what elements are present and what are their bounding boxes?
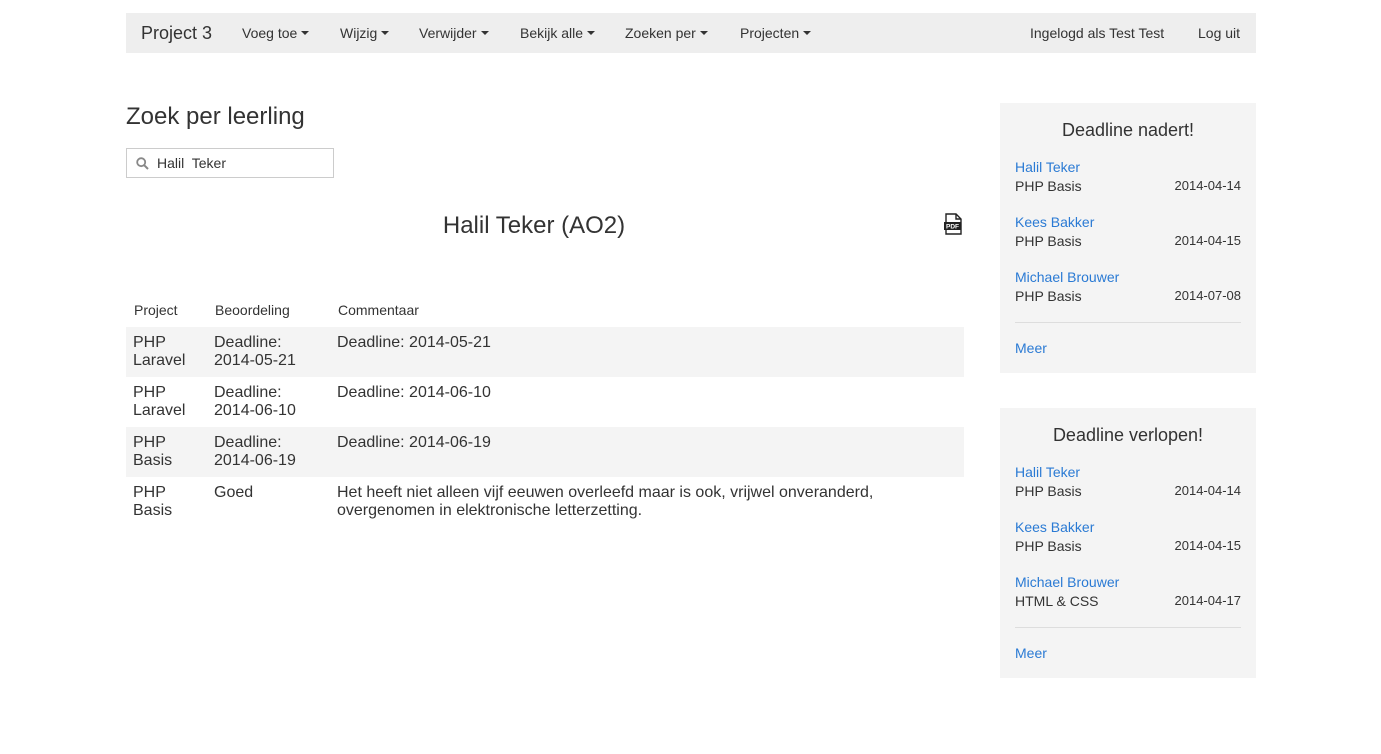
entry-date: 2014-04-17 <box>1174 593 1242 608</box>
entry-date: 2014-07-08 <box>1174 288 1242 303</box>
menu-label: Wijzig <box>340 25 378 41</box>
entry-date: 2014-04-15 <box>1174 538 1242 553</box>
table-row: PHP Laravel Deadline: 2014-06-10 Deadlin… <box>126 377 964 427</box>
menu-voeg-toe[interactable]: Voeg toe <box>242 13 310 53</box>
student-link[interactable]: Kees Bakker <box>1015 213 1241 231</box>
svg-text:PDF: PDF <box>946 224 959 231</box>
menu-label: Bekijk alle <box>520 25 584 41</box>
entry-course: PHP Basis <box>1015 288 1082 304</box>
cell-project: PHP Laravel <box>133 384 186 419</box>
panel-title: Deadline nadert! <box>1061 120 1195 140</box>
menu-projecten[interactable]: Projecten <box>740 13 812 53</box>
table-row: PHP Basis Goed Het heeft niet alleen vij… <box>126 477 964 527</box>
top-navbar: Project 3 Voeg toe Wijzig Verwijder Beki… <box>126 13 1256 53</box>
cell-beoordeling: Deadline: 2014-05-21 <box>207 327 330 377</box>
cell-project: PHP Basis <box>126 427 207 477</box>
menu-bekijk-alle[interactable]: Bekijk alle <box>520 13 596 53</box>
cell-project: PHP Laravel <box>126 327 207 377</box>
deadline-expired-panel: Deadline verlopen! Halil Teker PHP Basis… <box>1000 408 1256 678</box>
entry-course: HTML & CSS <box>1015 593 1099 609</box>
student-heading: Halil Teker (AO2) <box>442 212 626 239</box>
cell-beoordeling: Goed <box>214 484 254 501</box>
deadline-entry: Kees Bakker PHP Basis 2014-04-15 <box>1015 518 1241 556</box>
more-link[interactable]: Meer <box>1015 645 1047 661</box>
caret-down-icon <box>803 31 812 36</box>
entry-course: PHP Basis <box>1015 483 1082 499</box>
entry-course: PHP Basis <box>1015 178 1082 194</box>
menu-label: Voeg toe <box>242 25 298 41</box>
cell-beoordeling: Deadline: 2014-06-10 <box>214 384 296 419</box>
deadline-entry: Halil Teker PHP Basis 2014-04-14 <box>1015 463 1241 501</box>
caret-down-icon <box>587 31 596 36</box>
cell-commentaar: Het heeft niet alleen vijf eeuwen overle… <box>337 484 874 519</box>
student-link[interactable]: Michael Brouwer <box>1015 573 1241 591</box>
column-header-commentaar: Commentaar <box>338 302 419 318</box>
brand-link[interactable]: Project 3 <box>141 13 212 53</box>
student-link[interactable]: Michael Brouwer <box>1015 268 1241 286</box>
entry-date: 2014-04-15 <box>1174 233 1242 248</box>
caret-down-icon <box>699 31 708 36</box>
cell-beoordeling: Deadline: 2014-06-19 <box>207 427 330 477</box>
entry-course: PHP Basis <box>1015 538 1082 554</box>
deadline-entry: Halil Teker PHP Basis 2014-04-14 <box>1015 158 1241 196</box>
entry-date: 2014-04-14 <box>1174 178 1242 193</box>
menu-wijzig[interactable]: Wijzig <box>340 13 390 53</box>
caret-down-icon <box>301 31 310 36</box>
menu-label: Verwijder <box>419 25 477 41</box>
more-link[interactable]: Meer <box>1015 340 1047 356</box>
divider <box>1015 627 1241 628</box>
divider <box>1015 322 1241 323</box>
deadline-entry: Michael Brouwer PHP Basis 2014-07-08 <box>1015 268 1241 306</box>
entry-date: 2014-04-14 <box>1174 483 1242 498</box>
student-link[interactable]: Kees Bakker <box>1015 518 1241 536</box>
cell-commentaar: Deadline: 2014-06-10 <box>337 384 491 401</box>
entry-course: PHP Basis <box>1015 233 1082 249</box>
menu-verwijder[interactable]: Verwijder <box>419 13 489 53</box>
table-header-row: Project Beoordeling Commentaar <box>126 296 964 327</box>
search-icon <box>136 157 149 170</box>
menu-label: Zoeken per <box>625 25 696 41</box>
caret-down-icon <box>381 31 390 36</box>
cell-project: PHP Basis <box>133 484 173 519</box>
column-header-beoordeling: Beoordeling <box>215 302 290 318</box>
panel-title: Deadline verlopen! <box>1052 425 1204 445</box>
deadline-approaching-panel: Deadline nadert! Halil Teker PHP Basis 20… <box>1000 103 1256 373</box>
table-row: PHP Basis Deadline: 2014-06-19 Deadline:… <box>126 427 964 477</box>
menu-label: Projecten <box>740 25 800 41</box>
logged-in-user[interactable]: Ingelogd als Test Test <box>1030 13 1164 53</box>
logout-link[interactable]: Log uit <box>1198 13 1240 53</box>
deadline-entry: Michael Brouwer HTML & CSS 2014-04-17 <box>1015 573 1241 611</box>
pdf-icon[interactable]: PDF <box>943 213 963 235</box>
table-row: PHP Laravel Deadline: 2014-05-21 Deadlin… <box>126 327 964 377</box>
cell-commentaar: Deadline: 2014-06-19 <box>330 427 964 477</box>
search-field[interactable] <box>126 148 334 178</box>
page-title: Zoek per leerling <box>126 103 305 130</box>
search-input[interactable] <box>157 149 327 177</box>
student-link[interactable]: Halil Teker <box>1015 463 1241 481</box>
results-table: Project Beoordeling Commentaar PHP Larav… <box>126 296 964 527</box>
column-header-project: Project <box>134 302 178 318</box>
menu-zoeken-per[interactable]: Zoeken per <box>625 13 708 53</box>
cell-commentaar: Deadline: 2014-05-21 <box>330 327 964 377</box>
student-link[interactable]: Halil Teker <box>1015 158 1241 176</box>
deadline-entry: Kees Bakker PHP Basis 2014-04-15 <box>1015 213 1241 251</box>
caret-down-icon <box>480 31 489 36</box>
